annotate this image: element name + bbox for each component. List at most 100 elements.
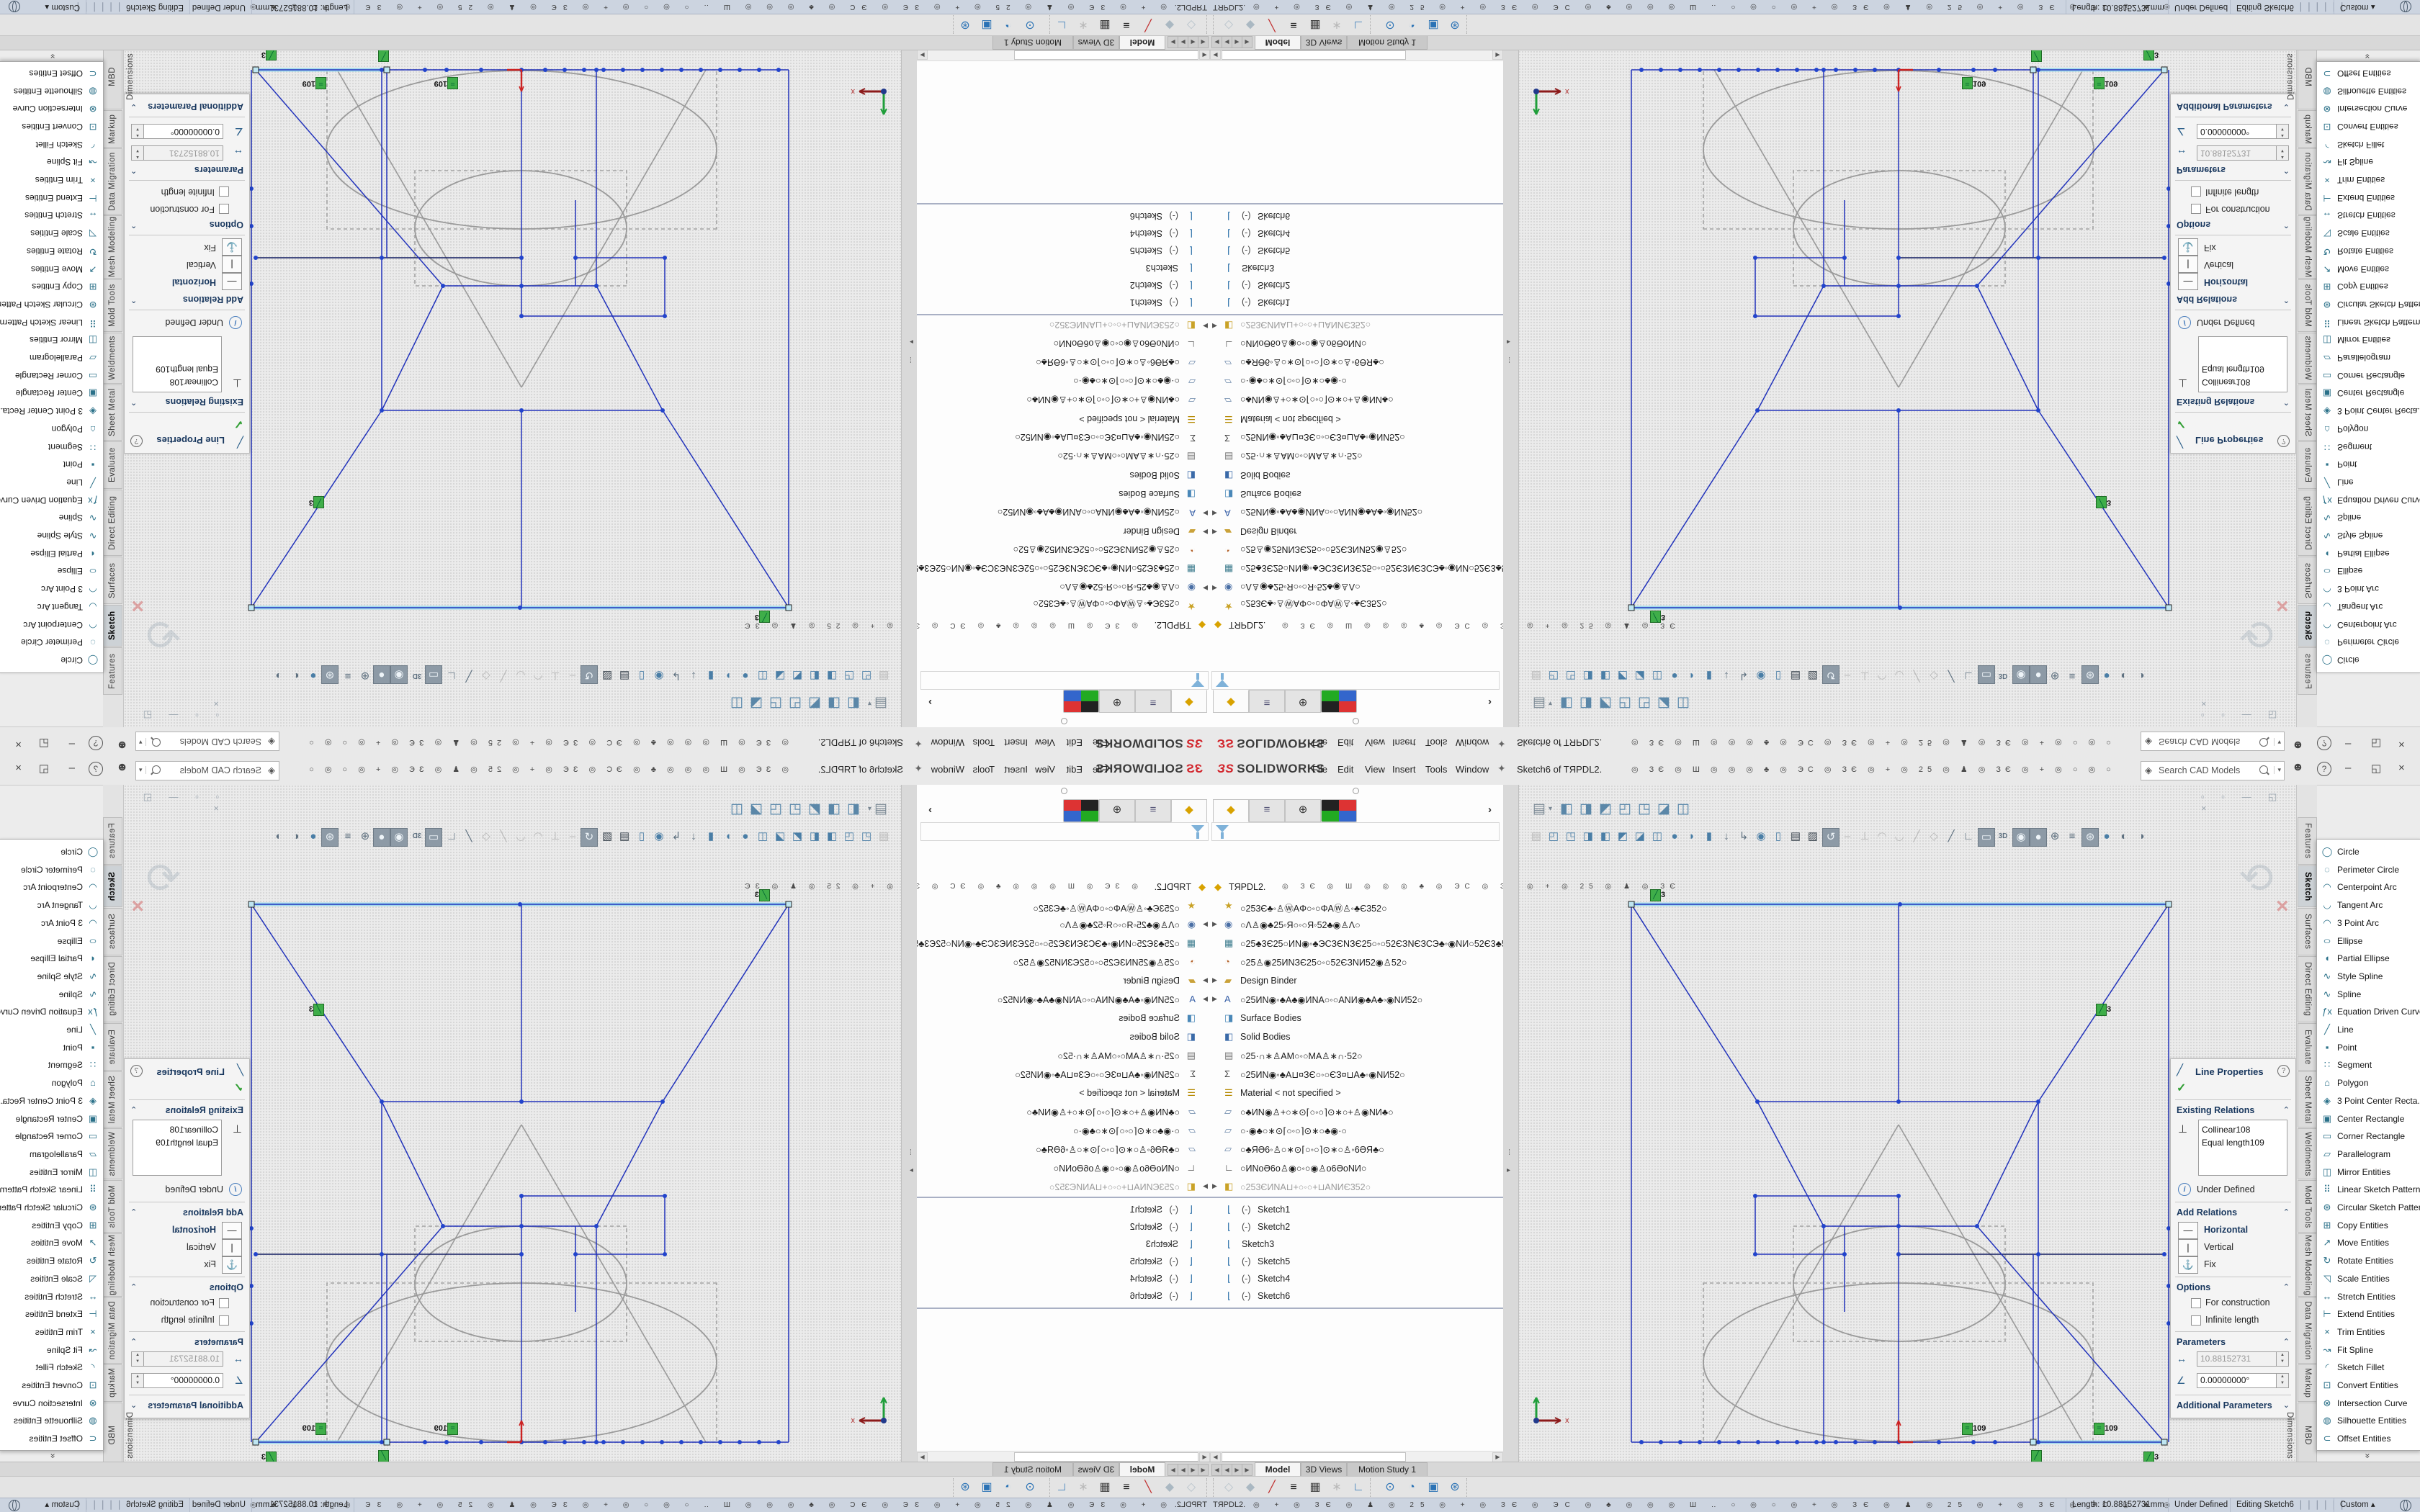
flyout-item-center-rectangle[interactable]: ▣Center Rectangle: [2317, 384, 2420, 402]
flyout-item-fit-spline[interactable]: ↝Fit Spline: [0, 1342, 103, 1359]
menu-edit[interactable]: Edit: [1067, 737, 1083, 748]
toolbar-icon-18[interactable]: –: [1839, 667, 1855, 684]
view-nav-button[interactable]: ◀: [1222, 1464, 1232, 1476]
toolbar-icon-22[interactable]: ╱: [496, 828, 511, 845]
menu-window[interactable]: Window: [931, 764, 964, 775]
parameters-header[interactable]: Parameters: [2177, 165, 2226, 175]
featuremanager-tab-2[interactable]: ⊕: [1099, 799, 1135, 822]
cm-tab-markup[interactable]: Markup: [2298, 1364, 2317, 1402]
help-icon[interactable]: ?: [89, 762, 103, 776]
view-cube-icon[interactable]: ◧: [847, 801, 860, 817]
toolbar-icon-27[interactable]: 3D: [409, 828, 425, 845]
additional-parameters-header[interactable]: Additional Parameters: [148, 102, 243, 112]
flyout-item-stretch-entities[interactable]: ↔Stretch Entities: [2317, 207, 2420, 224]
markup-tool-icon-2[interactable]: ╱: [1263, 1479, 1281, 1496]
collapse-icon[interactable]: ⌃: [130, 1337, 137, 1346]
scroll-thumb[interactable]: [1014, 50, 1198, 60]
toolbar-icon-26[interactable]: ▭: [1978, 665, 1995, 684]
collapse-icon[interactable]: ⌃: [2283, 1282, 2290, 1292]
markup-tool-icon-2[interactable]: ╱: [1139, 16, 1157, 33]
flyout-item-polygon[interactable]: ⌂Polygon: [0, 420, 103, 437]
toolbar-icon-4[interactable]: ◧: [1597, 667, 1613, 684]
units-globe-icon[interactable]: [2400, 1, 2411, 12]
view-cube-icon[interactable]: ◪: [1657, 695, 1670, 711]
parameters-header[interactable]: Parameters: [2177, 1337, 2226, 1347]
toolbar-icon-3[interactable]: ◨: [1580, 828, 1596, 845]
toolbar-icon-27[interactable]: 3D: [1995, 667, 2011, 684]
view-nav-button[interactable]: ▶: [1168, 1464, 1178, 1476]
menu-view[interactable]: View: [1035, 737, 1055, 748]
panel-expand-icon[interactable]: ›: [1488, 696, 1492, 708]
flyout-item-point[interactable]: ▪Point: [2317, 1040, 2420, 1057]
toolbar-icon-7[interactable]: ◫: [755, 828, 771, 845]
close-button[interactable]: ×: [15, 738, 22, 750]
featuremanager-tab-3[interactable]: ●: [1321, 799, 1357, 822]
markup-tool-icon-9[interactable]: ▣: [1425, 16, 1442, 33]
toolbar-icon-0[interactable]: ▤: [876, 667, 892, 684]
splitter-collapse-icon[interactable]: ▸: [1507, 338, 1510, 346]
flyout-item-intersection-curve[interactable]: ⊗Intersection Curve: [2317, 1395, 2420, 1413]
toolbar-icon-25[interactable]: ∟: [444, 667, 460, 684]
toolbar-icon-13[interactable]: ◉: [651, 828, 667, 845]
equal-relation-tag[interactable]: =: [315, 1423, 326, 1435]
cm-tab-mesh-modeling[interactable]: Mesh Modeling: [103, 1233, 122, 1297]
cm-tab-features[interactable]: Features: [2298, 817, 2317, 865]
help-icon[interactable]: ?: [89, 736, 103, 750]
for-construction-label[interactable]: For construction: [2205, 1297, 2270, 1308]
view-cube-icon[interactable]: ◩: [808, 801, 821, 817]
collapse-icon[interactable]: ⌃: [2283, 1337, 2290, 1346]
toolbar-icon-10[interactable]: ▮: [1701, 828, 1717, 845]
minimize-button[interactable]: –: [69, 738, 75, 750]
toolbar-icon-20[interactable]: ◠: [1874, 828, 1890, 845]
expand-icon[interactable]: ▶: [1203, 528, 1208, 536]
featuremanager-tab-0[interactable]: ◆: [1213, 690, 1249, 713]
tree-hscrollbar[interactable]: ◀▶: [1210, 50, 1503, 61]
flyout-item-linear-sketch-pattern[interactable]: ⠿Linear Sketch Pattern: [0, 1182, 103, 1199]
fix-relation-label[interactable]: Fix: [204, 1259, 216, 1269]
flyout-item-offset-entities[interactable]: ⊂Offset Entities: [2317, 1431, 2420, 1448]
markup-tool-icon-8[interactable]: ◔: [1403, 1479, 1420, 1496]
collapse-icon[interactable]: ⌃: [130, 397, 137, 407]
collapse-icon[interactable]: ⌃: [130, 1207, 137, 1217]
flyout-item-partial-ellipse[interactable]: ◖Partial Ellipse: [2317, 544, 2420, 562]
cm-tab-evaluate[interactable]: Evaluate: [103, 1023, 122, 1071]
menu-insert[interactable]: Insert: [1392, 737, 1416, 748]
flyout-item-style-spline[interactable]: ∿Style Spline: [0, 968, 103, 986]
markup-tool-icon-0[interactable]: ◇: [1220, 16, 1237, 33]
cm-tab-mbd-dimensions[interactable]: MBD Dimensions: [2298, 1403, 2317, 1469]
options-header[interactable]: Options: [2177, 1282, 2210, 1292]
flyout-item-perimeter-circle[interactable]: ◌Perimeter Circle: [0, 862, 103, 879]
flyout-item-trim-entities[interactable]: ×Trim Entities: [0, 171, 103, 188]
toolbar-icon-7[interactable]: ◫: [1649, 828, 1665, 845]
toolbar-icon-8[interactable]: ●: [738, 828, 753, 845]
add-relations-header[interactable]: Add Relations: [183, 1207, 243, 1218]
relation-item[interactable]: Collinear108: [2202, 1125, 2250, 1135]
markup-tool-icon-5[interactable]: ∗: [1075, 1479, 1092, 1496]
flyout-item-copy-entities[interactable]: ⊞Copy Entities: [0, 1218, 103, 1235]
flyout-item-extend-entities[interactable]: ⊢Extend Entities: [2317, 1306, 2420, 1323]
pin-menu-icon[interactable]: ✦: [1497, 762, 1506, 775]
markup-tool-icon-8[interactable]: ◔: [1403, 16, 1420, 33]
close-button[interactable]: ×: [15, 762, 22, 774]
flyout-item-rotate-entities[interactable]: ↻Rotate Entities: [2317, 242, 2420, 259]
toolbar-icon-8[interactable]: ●: [738, 667, 753, 684]
close-button[interactable]: ×: [2398, 738, 2405, 750]
minimize-button[interactable]: –: [2345, 738, 2351, 750]
markup-tool-icon-8[interactable]: ◔: [1000, 16, 1017, 33]
search-dropdown-icon[interactable]: ▾: [2274, 738, 2281, 746]
featuremanager-tab-1[interactable]: ≡: [1249, 799, 1285, 822]
toolbar-icon-32[interactable]: ⊛: [321, 828, 339, 847]
flyout-item-sketch-fillet[interactable]: ◜Sketch Fillet: [0, 135, 103, 153]
flyout-item-circle[interactable]: ◯Circle: [0, 844, 103, 861]
toolbar-icon-11[interactable]: ↓: [686, 828, 702, 845]
search-box[interactable]: ◈ Search CAD Models ▾: [135, 761, 279, 780]
pm-ok-button[interactable]: ✓: [234, 1081, 243, 1095]
flyout-item-offset-entities[interactable]: ⊂Offset Entities: [0, 1431, 103, 1448]
cm-tab-sketch[interactable]: Sketch: [103, 865, 122, 907]
angle-input[interactable]: 0.00000000°: [2197, 124, 2277, 139]
pm-help-icon[interactable]: ?: [130, 435, 143, 447]
flyout-item-silhouette-entities[interactable]: ◍Silhouette Entities: [0, 1413, 103, 1430]
panel-grip[interactable]: [1353, 718, 1359, 724]
for-construction-label[interactable]: For construction: [150, 204, 215, 215]
horizontal-relation-button[interactable]: —: [222, 273, 242, 290]
